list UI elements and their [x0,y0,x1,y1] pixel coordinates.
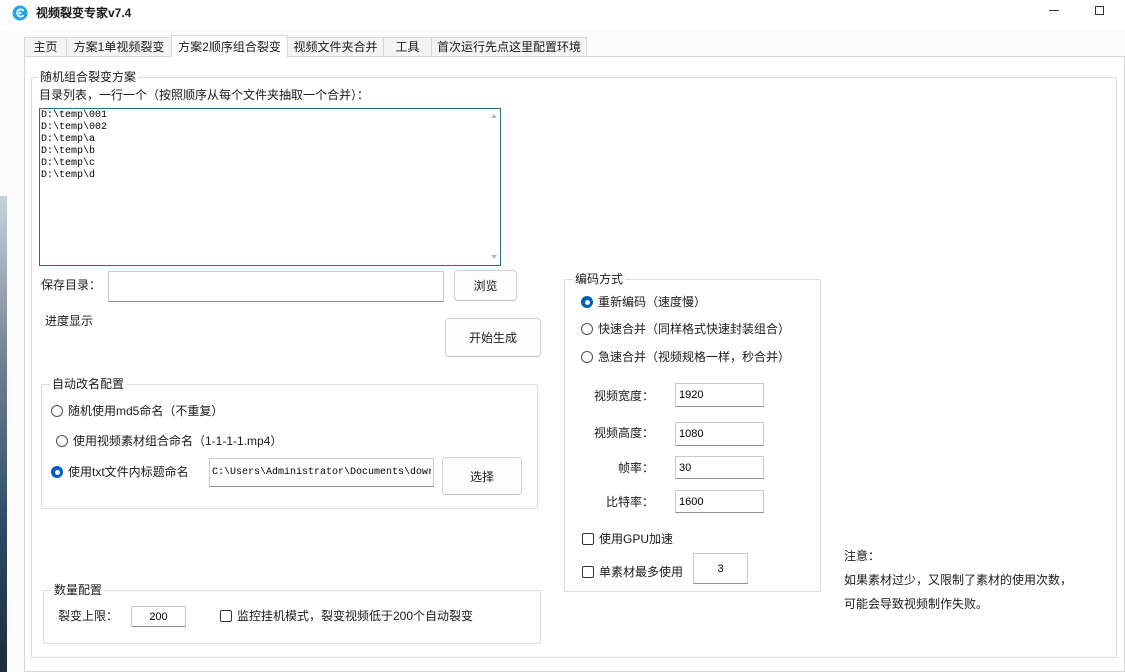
video-width-label: 视频宽度： [593,389,654,403]
gpu-acceleration-label[interactable]: 使用GPU加速 [599,531,673,547]
fast-merge-label[interactable]: 快速合并（同样格式快速封装组合） [598,321,790,337]
desktop-background-strip [0,196,7,672]
max-use-label[interactable]: 单素材最多使用 [599,564,683,580]
split-limit-input[interactable] [131,606,186,627]
notice-line-2: 可能会导致视频制作失败。 [844,597,989,611]
save-dir-label: 保存目录： [41,278,102,292]
reencode-label[interactable]: 重新编码（速度慢） [598,294,706,310]
dir-list-scrollbar[interactable] [489,109,500,265]
video-width-input[interactable] [675,383,764,407]
split-limit-label: 裂变上限： [58,609,119,623]
frame-rate-label: 帧率： [617,461,654,475]
rename-md5-radio[interactable] [51,405,63,417]
max-use-input[interactable] [693,553,748,584]
fast-merge-radio[interactable] [581,323,593,335]
notice-line-1: 如果素材过少，又限制了素材的使用次数， [844,573,1073,587]
window-title: 视频裂变专家v7.4 [36,6,132,20]
tab-home[interactable]: 主页 [24,37,67,56]
title-bar[interactable]: 视频裂变专家v7.4 [0,0,1125,30]
start-generate-button[interactable]: 开始生成 [445,318,541,357]
quantity-group-title: 数量配置 [52,582,105,598]
browse-button[interactable]: 浏览 [454,270,517,301]
choose-txt-button[interactable]: 选择 [442,457,522,495]
tab-folder-merge[interactable]: 视频文件夹合并 [287,37,384,56]
rename-txt-title-radio[interactable] [51,466,63,478]
monitor-mode-checkbox[interactable] [220,610,232,622]
dir-list-textarea[interactable]: D:\temp\001 D:\temp\002 D:\temp\a D:\tem… [39,108,501,266]
instant-merge-label[interactable]: 急速合并（视频规格一样，秒合并） [598,349,790,365]
rename-md5-label[interactable]: 随机使用md5命名（不重复） [68,403,223,419]
tab-plan1-single-video[interactable]: 方案1单视频裂变 [66,37,172,56]
tab-first-run-setup[interactable]: 首次运行先点这里配置环境 [431,37,587,56]
tab-tools[interactable]: 工具 [383,37,432,56]
notice-title: 注意： [844,549,881,563]
frame-rate-input[interactable] [675,456,764,479]
rename-combination-radio[interactable] [56,435,68,447]
txt-path-input[interactable] [209,458,434,487]
tab-page-plan2: 随机组合裂变方案 目录列表，一行一个（按照顺序从每个文件夹抽取一个合并）： D:… [24,56,1125,672]
video-height-input[interactable] [675,422,764,446]
save-dir-input[interactable] [108,271,444,302]
encoding-group-title: 编码方式 [573,271,626,287]
combo-group-title: 随机组合裂变方案 [38,69,139,85]
instant-merge-radio[interactable] [581,351,593,363]
bitrate-label: 比特率： [605,495,654,509]
dir-list-label: 目录列表，一行一个（按照顺序从每个文件夹抽取一个合并）： [39,88,370,102]
monitor-mode-label[interactable]: 监控挂机模式，裂变视频低于200个自动裂变 [237,608,473,624]
rename-combination-label[interactable]: 使用视频素材组合命名（1-1-1-1.mp4） [73,433,282,449]
app-logo-icon [12,5,28,21]
gpu-acceleration-checkbox[interactable] [582,533,594,545]
rename-group-title: 自动改名配置 [50,376,127,392]
tab-plan2-sequential-combine[interactable]: 方案2顺序组合裂变 [171,35,288,57]
reencode-radio[interactable] [581,296,593,308]
bitrate-input[interactable] [675,490,764,513]
maximize-icon[interactable] [1095,6,1104,15]
max-use-checkbox[interactable] [582,566,594,578]
video-height-label: 视频高度： [593,426,654,440]
rename-txt-title-label[interactable]: 使用txt文件内标题命名 [68,464,189,480]
progress-label: 进度显示 [45,314,94,328]
scroll-down-icon[interactable] [491,255,497,259]
minimize-icon[interactable] [1049,10,1059,11]
scroll-up-icon[interactable] [491,114,497,118]
